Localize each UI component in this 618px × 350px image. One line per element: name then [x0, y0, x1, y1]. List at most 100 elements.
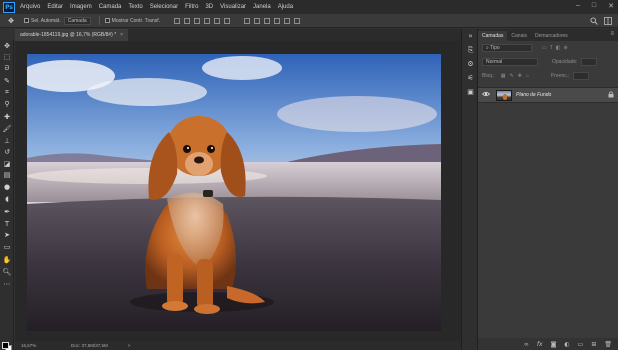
history-brush-tool-icon[interactable]: ↺: [0, 146, 14, 158]
mask-icon[interactable]: ◙: [551, 341, 557, 348]
close-document-icon[interactable]: ×: [120, 32, 123, 38]
trash-icon[interactable]: 🗑︎: [604, 341, 612, 348]
menu-camada[interactable]: Camada: [99, 4, 122, 10]
panel-menu-icon[interactable]: ≡: [610, 31, 614, 37]
new-layer-icon[interactable]: ⊞: [591, 341, 596, 348]
adjustments-panel-icon[interactable]: ⚙: [462, 57, 479, 71]
quick-select-tool-icon[interactable]: ✎: [0, 75, 14, 87]
distribute-bottom-icon[interactable]: [264, 17, 271, 24]
zoom-level[interactable]: 16,67%: [21, 343, 51, 348]
pen-tool-icon[interactable]: ✒: [0, 206, 14, 218]
move-tool-preset-icon[interactable]: ✥: [4, 16, 18, 26]
document-info: Doc: 37,5M/37,5M: [71, 343, 108, 348]
distribute-top-icon[interactable]: [244, 17, 251, 24]
auto-select-checkbox[interactable]: [24, 18, 29, 23]
align-bottom-icon[interactable]: [194, 17, 201, 24]
workspace-icon[interactable]: [604, 17, 612, 25]
maximize-button[interactable]: □: [592, 2, 596, 10]
tab-camadas[interactable]: Camadas: [478, 31, 508, 41]
move-tool-icon[interactable]: ✥: [0, 40, 14, 52]
menu-ajuda[interactable]: Ajuda: [278, 4, 293, 10]
clone-stamp-tool-icon[interactable]: ⊥: [0, 135, 14, 147]
layer-row[interactable]: Plano de Fundo: [478, 87, 618, 103]
menu-selecionar[interactable]: Selecionar: [150, 4, 178, 10]
distribute-right-icon[interactable]: [294, 17, 301, 24]
fill-field[interactable]: [572, 72, 589, 80]
collapse-panels-icon[interactable]: »: [462, 29, 479, 43]
document-image[interactable]: [27, 54, 441, 331]
canvas-area: [15, 41, 461, 341]
distribute-buttons: [244, 17, 301, 24]
status-menu-arrow[interactable]: >: [128, 343, 131, 348]
visibility-eye-icon[interactable]: [481, 91, 491, 99]
menu-janela[interactable]: Janela: [253, 4, 271, 10]
align-buttons: [174, 17, 231, 24]
lasso-tool-icon[interactable]: ᘐ: [0, 63, 14, 75]
dodge-tool-icon[interactable]: ◖: [0, 193, 14, 205]
link-icon[interactable]: ∞: [524, 341, 529, 348]
gradient-tool-icon[interactable]: ▤: [0, 170, 14, 182]
close-window-button[interactable]: ✕: [608, 2, 614, 10]
crop-tool-icon[interactable]: ⌗: [0, 86, 14, 98]
fx-icon[interactable]: fx: [537, 341, 543, 348]
layers-panel-footer: ∞ fx ◙ ◐ ▭ ⊞ 🗑︎: [478, 338, 618, 350]
transform-controls-checkbox[interactable]: [104, 18, 110, 23]
eyedropper-tool-icon[interactable]: ⚲: [0, 98, 14, 110]
align-middle-icon[interactable]: [184, 17, 191, 24]
menu-visualizar[interactable]: Visualizar: [220, 4, 246, 10]
type-tool-icon[interactable]: T: [0, 218, 14, 230]
panel-icon-strip: » ⎘ ⚙ ⚟ ▣: [461, 29, 478, 350]
align-right-icon[interactable]: [224, 17, 231, 24]
tool-presets-icon[interactable]: ▣: [462, 85, 479, 99]
blur-tool-icon[interactable]: ●: [0, 181, 14, 193]
auto-select-target-dropdown[interactable]: Camada: [63, 16, 91, 25]
tab-demarcadores[interactable]: Demarcadores: [531, 31, 572, 41]
lock-label: Bloq.:: [482, 73, 495, 79]
eraser-tool-icon[interactable]: ◪: [0, 158, 14, 170]
zoom-tool-icon[interactable]: 🔍︎: [0, 266, 14, 278]
tab-canais[interactable]: Canais: [507, 31, 531, 41]
lock-icons[interactable]: ▦✎✥⌂: [501, 73, 533, 79]
history-panel-icon[interactable]: ⎘: [462, 43, 479, 57]
opacity-field[interactable]: [580, 58, 597, 66]
align-top-icon[interactable]: [174, 17, 181, 24]
adjustment-icon[interactable]: ◐: [564, 341, 569, 348]
brush-tool-icon[interactable]: 🖌: [0, 123, 14, 135]
align-left-icon[interactable]: [204, 17, 211, 24]
path-select-tool-icon[interactable]: ➤: [0, 230, 14, 242]
properties-panel-icon[interactable]: ⚟: [462, 71, 479, 85]
menu-3d[interactable]: 3D: [205, 4, 213, 10]
layer-lock-icon: [608, 90, 614, 100]
layer-name[interactable]: Plano de Fundo: [516, 92, 608, 98]
document-tab-title: adorable-1854119.jpg @ 16,7% (RGB/8#) *: [20, 32, 117, 38]
search-icon[interactable]: [590, 17, 598, 25]
group-icon[interactable]: ▭: [578, 341, 584, 348]
layer-filter-dropdown[interactable]: ⌕ Tipo: [482, 44, 532, 52]
more-tools-icon[interactable]: ⋯: [0, 278, 14, 290]
menu-arquivo[interactable]: Arquivo: [20, 4, 40, 10]
align-center-icon[interactable]: [214, 17, 221, 24]
filter-type-icons[interactable]: ▭T◧⊕: [542, 45, 571, 51]
minimize-button[interactable]: –: [576, 2, 580, 10]
tools-panel: ✥ ⬚ ᘐ ✎ ⌗ ⚲ ✚ 🖌 ⊥ ↺ ◪ ▤ ● ◖ ✒ T ➤ ▭ ✋ 🔍︎…: [0, 40, 14, 350]
distribute-middle-icon[interactable]: [254, 17, 261, 24]
menu-imagem[interactable]: Imagem: [70, 4, 92, 10]
healing-tool-icon[interactable]: ✚: [0, 112, 14, 124]
blend-mode-dropdown[interactable]: Normal: [482, 58, 538, 66]
menu-texto[interactable]: Texto: [128, 4, 142, 10]
distribute-center-icon[interactable]: [284, 17, 291, 24]
hand-tool-icon[interactable]: ✋: [0, 255, 14, 267]
auto-select-label: Sel. Automát.: [31, 17, 61, 24]
rectangle-tool-icon[interactable]: ▭: [0, 241, 14, 253]
menu-editar[interactable]: Editar: [47, 4, 63, 10]
document-tab[interactable]: adorable-1854119.jpg @ 16,7% (RGB/8#) * ×: [15, 29, 129, 41]
options-divider: [98, 16, 100, 25]
layer-filter-row: ⌕ Tipo ▭T◧⊕: [478, 41, 618, 55]
layer-thumbnail: [496, 89, 512, 101]
status-bar: 16,67% Doc: 37,5M/37,5M >: [15, 341, 461, 350]
distribute-left-icon[interactable]: [274, 17, 281, 24]
foreground-color-swatch[interactable]: [2, 342, 9, 349]
marquee-tool-icon[interactable]: ⬚: [0, 52, 14, 64]
layers-panel: Camadas Canais Demarcadores ≡ ⌕ Tipo ▭T◧…: [478, 29, 618, 350]
menu-filtro[interactable]: Filtro: [185, 4, 198, 10]
